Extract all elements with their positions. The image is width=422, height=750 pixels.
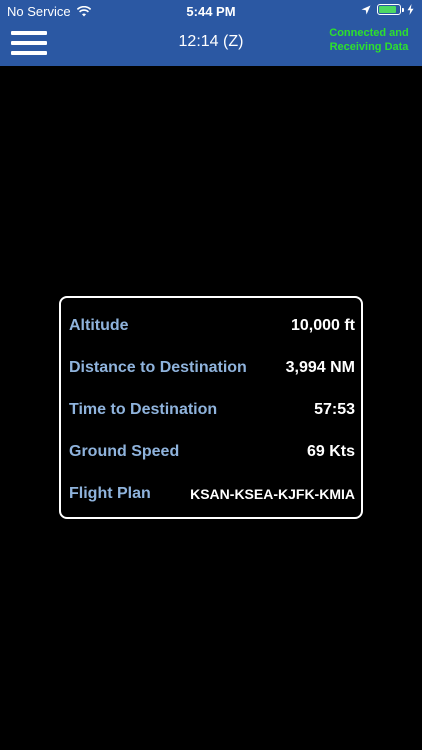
- distance-value: 3,994 NM: [285, 359, 355, 376]
- altitude-row: Altitude 10,000 ft: [69, 314, 355, 338]
- time-to-destination-row: Time to Destination 57:53: [69, 398, 355, 422]
- right-status-icons: [361, 4, 414, 15]
- connection-status: Connected and Receiving Data: [329, 27, 409, 53]
- distance-row: Distance to Destination 3,994 NM: [69, 356, 355, 380]
- time-to-destination-value: 57:53: [314, 401, 355, 418]
- flight-info-panel: Altitude 10,000 ft Distance to Destinati…: [59, 296, 363, 519]
- ground-speed-value: 69 Kts: [306, 443, 355, 460]
- flight-plan-value: KSAN-KSEA-KJFK-KMIA: [190, 486, 355, 502]
- battery-level: [379, 6, 396, 13]
- distance-label: Distance to Destination: [69, 359, 247, 376]
- app-header: No Service 5:44 PM 12:14 (Z) Connected a…: [0, 0, 422, 66]
- altitude-label: Altitude: [69, 317, 129, 334]
- time-to-destination-label: Time to Destination: [69, 401, 218, 418]
- battery-icon: [377, 4, 404, 15]
- status-bar: No Service 5:44 PM: [0, 0, 422, 22]
- flight-plan-row: Flight Plan KSAN-KSEA-KJFK-KMIA: [69, 482, 355, 506]
- altitude-value: 10,000 ft: [290, 317, 355, 334]
- system-clock: 5:44 PM: [186, 4, 236, 19]
- ground-speed-label: Ground Speed: [69, 443, 180, 460]
- ground-speed-row: Ground Speed 69 Kts: [69, 440, 355, 464]
- flight-plan-label: Flight Plan: [69, 485, 151, 502]
- location-arrow-icon: [361, 5, 371, 14]
- charging-bolt-icon: [407, 4, 414, 15]
